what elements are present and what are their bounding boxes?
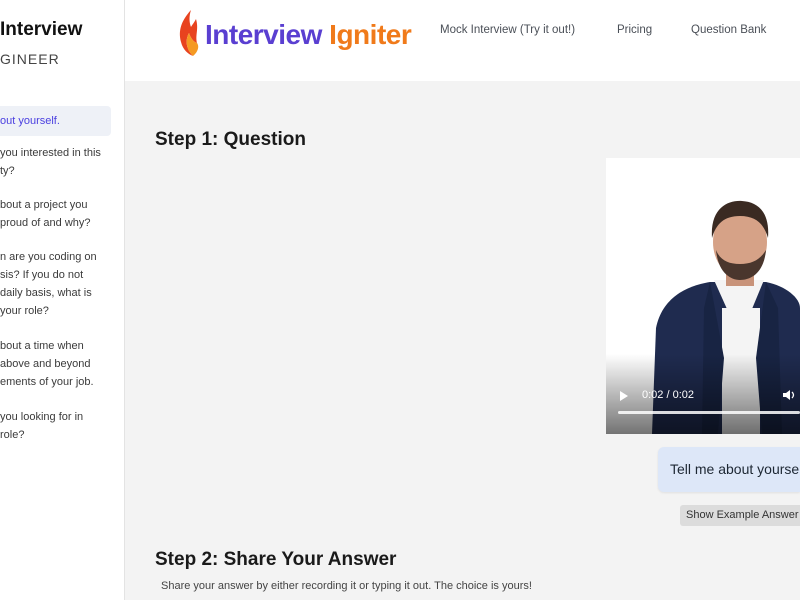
sidebar-item-label: your role? bbox=[0, 305, 49, 317]
volume-icon[interactable] bbox=[782, 388, 796, 402]
sidebar-item-question-5[interactable]: bout a time when above and beyond ements… bbox=[0, 337, 104, 391]
nav-mock-interview[interactable]: Mock Interview (Try it out!) bbox=[440, 24, 575, 36]
play-icon[interactable] bbox=[620, 391, 628, 401]
sidebar: Interview GINEER out yourself. you inter… bbox=[0, 0, 125, 600]
sidebar-item-label: out yourself. bbox=[0, 115, 60, 127]
logo[interactable]: Interview Igniter bbox=[177, 7, 417, 57]
logo-word-interview: Interview bbox=[205, 19, 322, 50]
top-header: Interview Igniter Mock Interview (Try it… bbox=[125, 0, 800, 81]
nav-pricing[interactable]: Pricing bbox=[617, 24, 652, 36]
sidebar-item-label: sis? If you do not bbox=[0, 269, 84, 281]
step2-description: Share your answer by either recording it… bbox=[161, 580, 532, 592]
sidebar-item-label: role? bbox=[0, 429, 25, 441]
sidebar-item-label: bout a project you bbox=[0, 199, 88, 211]
sidebar-item-label: n are you coding on bbox=[0, 251, 97, 263]
sidebar-subtitle: GINEER bbox=[0, 51, 60, 67]
sidebar-item-label: you looking for in bbox=[0, 411, 84, 423]
flame-icon bbox=[179, 10, 199, 56]
sidebar-item-label: daily basis, what is bbox=[0, 287, 92, 299]
video-progress-bar[interactable] bbox=[618, 411, 800, 414]
sidebar-item-question-4[interactable]: n are you coding on sis? If you do not d… bbox=[0, 248, 104, 320]
sidebar-title: Interview bbox=[0, 19, 83, 40]
sidebar-item-label: bout a time when bbox=[0, 340, 84, 352]
question-bubble: Tell me about yourse bbox=[658, 447, 800, 492]
sidebar-item-question-2[interactable]: you interested in this ty? bbox=[0, 144, 104, 180]
sidebar-item-label: you interested in this bbox=[0, 147, 101, 159]
logo-word-igniter: Igniter bbox=[329, 19, 412, 50]
logo-text: Interview Igniter bbox=[205, 19, 412, 51]
step1-title: Step 1: Question bbox=[155, 129, 306, 150]
video-player[interactable]: 0:02 / 0:02 bbox=[606, 158, 800, 434]
sidebar-item-question-3[interactable]: bout a project you proud of and why? bbox=[0, 196, 104, 232]
sidebar-item-label: above and beyond bbox=[0, 358, 91, 370]
show-example-answer-label: Show Example Answer bbox=[686, 509, 799, 521]
question-text: Tell me about yourse bbox=[670, 461, 800, 477]
sidebar-item-label: proud of and why? bbox=[0, 217, 91, 229]
step2-title: Step 2: Share Your Answer bbox=[155, 549, 397, 570]
show-example-answer-button[interactable]: Show Example Answer bbox=[680, 505, 800, 526]
nav-question-bank[interactable]: Question Bank bbox=[691, 24, 766, 36]
video-controls: 0:02 / 0:02 bbox=[606, 354, 800, 434]
sidebar-item-label: ty? bbox=[0, 165, 15, 177]
sidebar-item-label: ements of your job. bbox=[0, 376, 94, 388]
sidebar-item-question-1[interactable]: out yourself. bbox=[0, 106, 111, 136]
sidebar-item-question-6[interactable]: you looking for in role? bbox=[0, 408, 104, 444]
video-time: 0:02 / 0:02 bbox=[642, 389, 694, 401]
